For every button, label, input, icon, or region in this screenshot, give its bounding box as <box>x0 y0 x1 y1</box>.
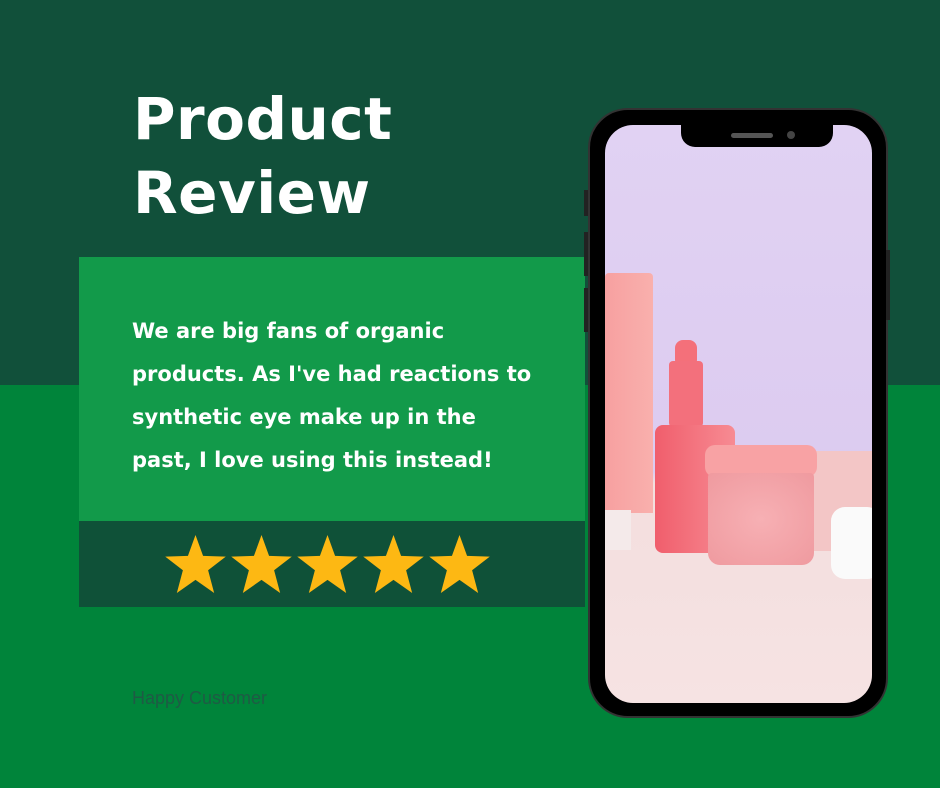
phone-side-button <box>584 232 588 276</box>
customer-name: Happy Customer <box>132 688 268 708</box>
dropper-neck <box>669 361 703 427</box>
scrub-jar <box>708 473 814 565</box>
title-line-1: Product <box>133 85 393 153</box>
dropper-top <box>675 340 697 362</box>
product-photo <box>605 125 872 703</box>
phone-side-button <box>584 288 588 332</box>
phone-notch <box>681 125 833 147</box>
phone-mockup <box>588 108 888 718</box>
page-title: Product Review <box>133 82 392 230</box>
star-icon <box>165 535 226 593</box>
star-rating <box>79 521 585 607</box>
star-icon <box>429 535 490 593</box>
star-icon <box>363 535 424 593</box>
speaker-icon <box>731 133 773 138</box>
phone-power-button <box>886 250 890 320</box>
cosmetic-tube <box>605 273 653 513</box>
phone-side-button <box>584 190 588 216</box>
title-line-2: Review <box>133 159 371 227</box>
white-jar <box>831 507 872 579</box>
review-quote: We are big fans of organic products. As … <box>132 319 532 472</box>
tube-cap <box>605 510 631 550</box>
star-icon <box>297 535 358 593</box>
camera-icon <box>787 131 795 139</box>
star-icon <box>231 535 292 593</box>
